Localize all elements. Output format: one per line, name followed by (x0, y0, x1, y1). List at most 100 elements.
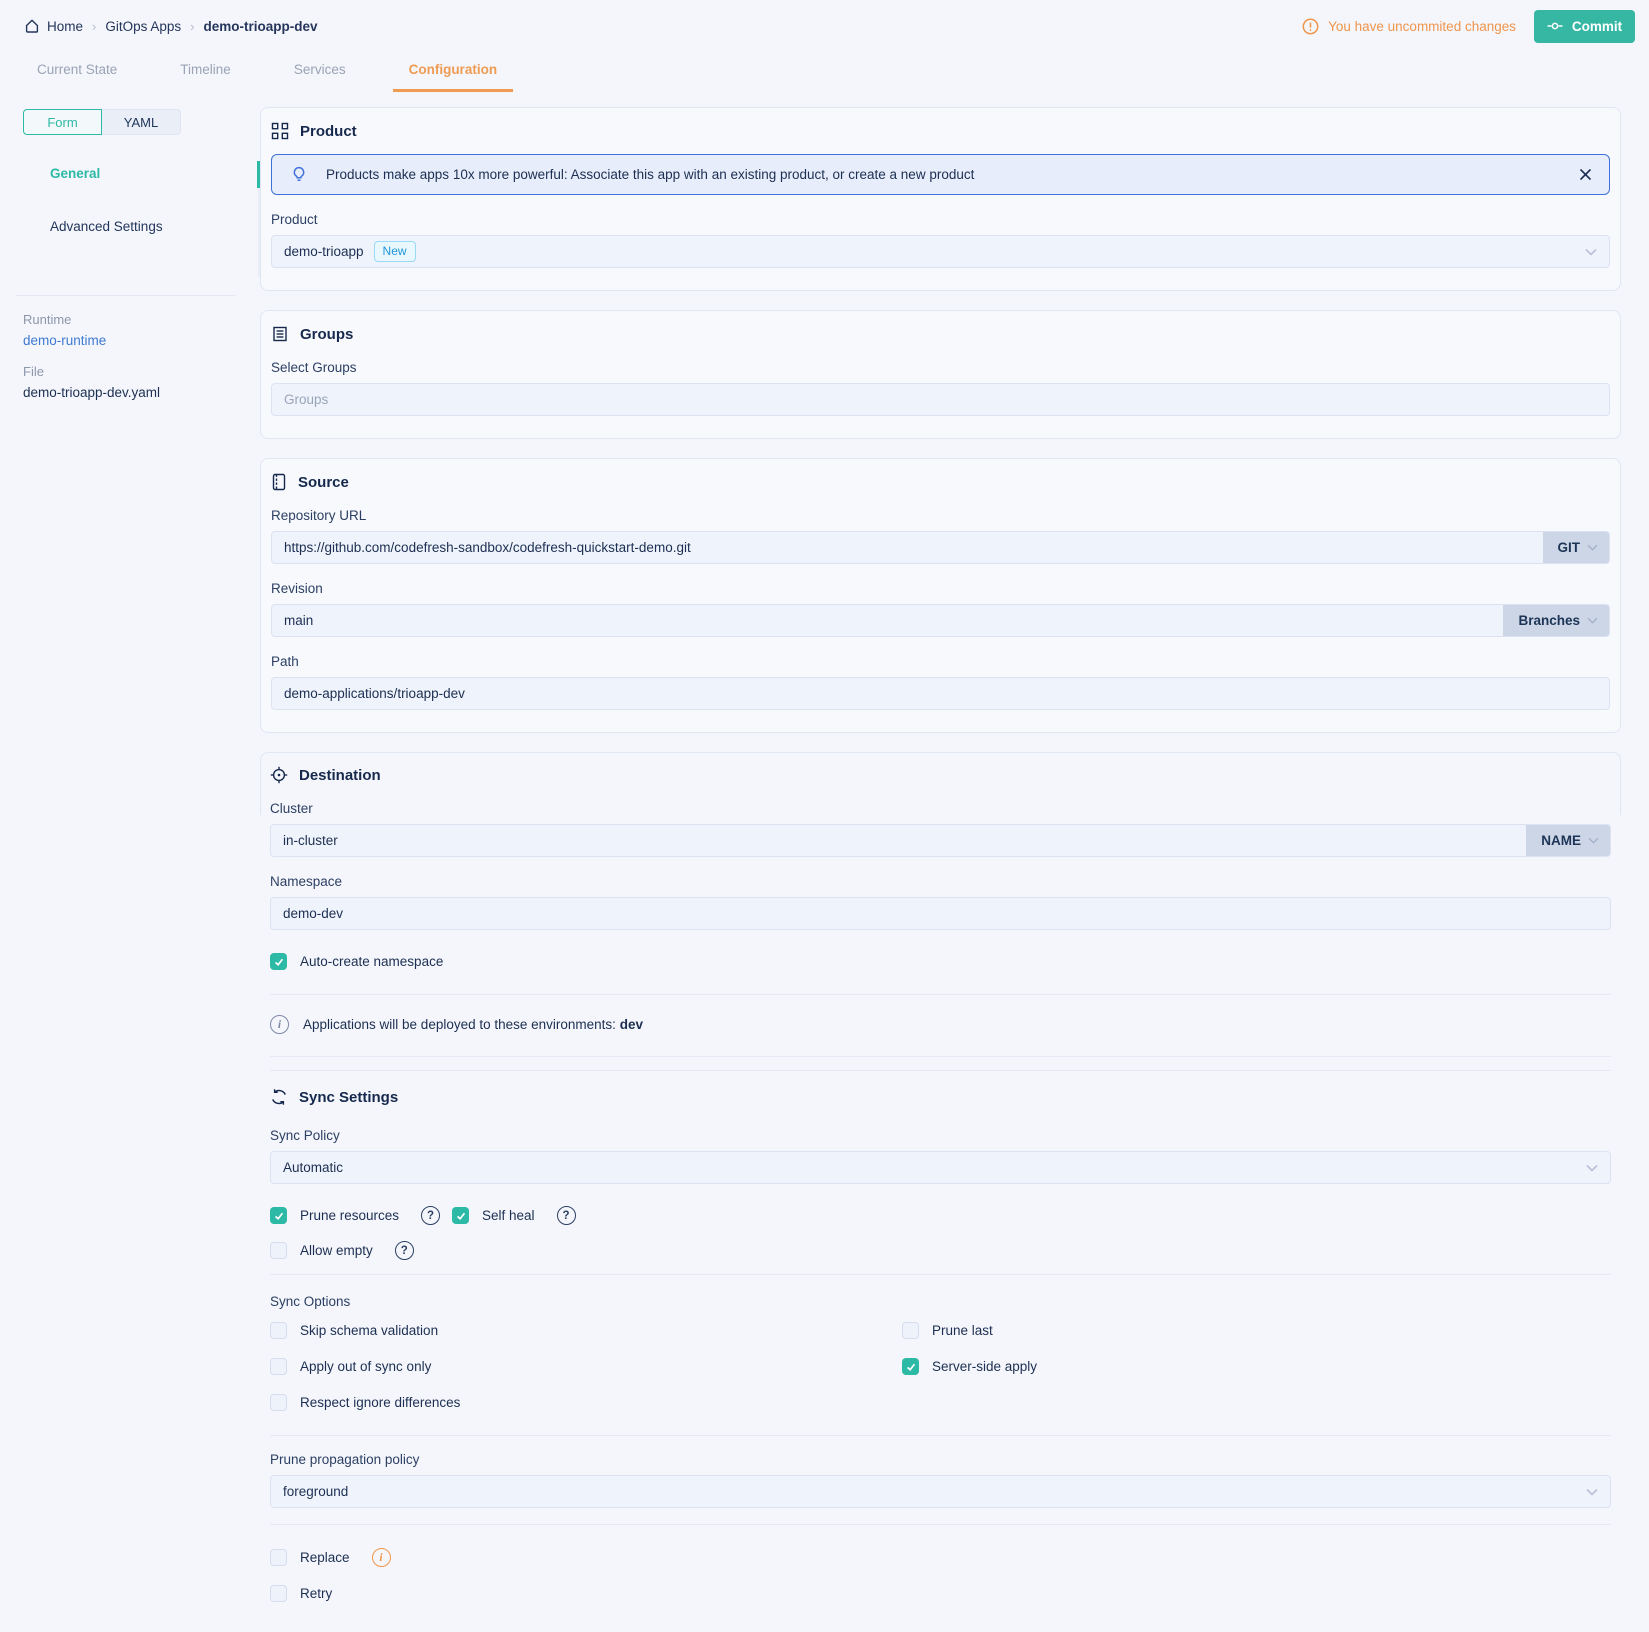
respect-ignore-differences-checkbox-row[interactable]: Respect ignore differences (270, 1394, 902, 1411)
tab-services[interactable]: Services (294, 52, 346, 92)
revision-input[interactable] (284, 605, 1491, 636)
environments-info-text: Applications will be deployed to these e… (303, 1017, 616, 1032)
checkbox-unchecked[interactable] (270, 1322, 287, 1339)
checkbox-checked[interactable] (452, 1207, 469, 1224)
prune-last-checkbox-row[interactable]: Prune last (902, 1322, 1611, 1339)
tab-timeline[interactable]: Timeline (180, 52, 231, 92)
auto-create-namespace-checkbox-row[interactable]: Auto-create namespace (270, 953, 1611, 970)
checkbox-label: Auto-create namespace (300, 954, 443, 969)
sidebar-item-general[interactable]: General (23, 161, 258, 214)
chevron-down-icon (1587, 544, 1598, 551)
sync-policy-select[interactable]: Automatic (270, 1151, 1611, 1184)
groups-input-wrap (271, 383, 1610, 416)
prune-propagation-policy-value: foreground (283, 1484, 348, 1499)
checkbox-label: Prune resources (300, 1208, 399, 1223)
product-select-value: demo-trioapp (284, 244, 364, 259)
destination-target-icon (270, 766, 288, 784)
divider (270, 994, 1611, 995)
tab-configuration[interactable]: Configuration (409, 52, 497, 92)
checkbox-unchecked[interactable] (270, 1549, 287, 1566)
section-title: Source (298, 474, 349, 491)
breadcrumb-home[interactable]: Home (24, 18, 83, 34)
groups-section: Groups Select Groups (260, 310, 1621, 439)
path-input[interactable] (284, 678, 1597, 709)
git-commit-icon (1547, 20, 1563, 32)
yaml-toggle-button[interactable]: YAML (102, 109, 181, 135)
checkbox-label: Prune last (932, 1323, 993, 1338)
namespace-field (270, 897, 1611, 930)
chevron-down-icon (1587, 617, 1598, 624)
sync-options-label: Sync Options (270, 1294, 1611, 1309)
sync-settings-section: Sync Settings Sync Policy Automatic Prun… (260, 1088, 1621, 1632)
home-icon (24, 18, 40, 34)
checkbox-checked[interactable] (270, 1207, 287, 1224)
checkbox-checked[interactable] (902, 1358, 919, 1375)
checkbox-unchecked[interactable] (270, 1242, 287, 1259)
product-section: Product Products make apps 10x more powe… (260, 107, 1621, 291)
self-heal-checkbox-row[interactable]: Self heal ? (452, 1206, 576, 1225)
revision-type-dropdown[interactable]: Branches (1503, 605, 1609, 636)
cluster-input[interactable] (283, 825, 1514, 856)
allow-empty-checkbox-row[interactable]: Allow empty ? (270, 1241, 1611, 1260)
retry-checkbox-row[interactable]: Retry (270, 1585, 1611, 1602)
runtime-link[interactable]: demo-runtime (23, 333, 260, 348)
checkbox-unchecked[interactable] (902, 1322, 919, 1339)
prune-propagation-policy-select[interactable]: foreground (270, 1475, 1611, 1508)
help-icon[interactable]: ? (421, 1206, 440, 1225)
chevron-down-icon (1586, 1488, 1598, 1496)
product-icon (271, 122, 289, 140)
select-groups-label: Select Groups (271, 360, 1610, 375)
tab-current-state[interactable]: Current State (37, 52, 117, 92)
replace-checkbox-row[interactable]: Replace i (270, 1548, 1611, 1567)
checkbox-label: Retry (300, 1586, 332, 1601)
help-icon[interactable]: ? (557, 1206, 576, 1225)
repository-icon (271, 473, 287, 491)
repository-url-field: GIT (271, 531, 1610, 564)
chevron-down-icon (1588, 837, 1599, 844)
breadcrumb-separator: › (190, 19, 194, 34)
file-label: File (23, 364, 260, 379)
divider (270, 1070, 1611, 1071)
cluster-type-dropdown[interactable]: NAME (1526, 825, 1610, 856)
prune-resources-checkbox-row[interactable]: Prune resources ? (270, 1206, 452, 1225)
configuration-sidebar: Form YAML General Advanced Settings Runt… (0, 107, 260, 1632)
checkbox-unchecked[interactable] (270, 1585, 287, 1602)
section-title: Destination (299, 767, 381, 784)
repository-url-label: Repository URL (271, 508, 1610, 523)
prune-propagation-policy-label: Prune propagation policy (270, 1452, 1611, 1467)
checkbox-checked[interactable] (270, 953, 287, 970)
groups-input[interactable] (284, 384, 1597, 415)
divider (270, 1056, 1611, 1057)
breadcrumb-app-name: demo-trioapp-dev (204, 19, 318, 34)
help-icon[interactable]: ? (395, 1241, 414, 1260)
checkbox-unchecked[interactable] (270, 1394, 287, 1411)
divider (270, 1435, 1611, 1436)
source-section: Source Repository URL GIT Revision Branc… (260, 458, 1621, 733)
cluster-label: Cluster (270, 801, 1611, 816)
server-side-apply-checkbox-row[interactable]: Server-side apply (902, 1358, 1611, 1375)
form-toggle-button[interactable]: Form (23, 109, 102, 135)
breadcrumb-gitops-apps[interactable]: GitOps Apps (105, 19, 181, 34)
sync-policy-value: Automatic (283, 1160, 343, 1175)
repository-url-input[interactable] (284, 532, 1531, 563)
section-title: Product (300, 123, 357, 140)
product-select[interactable]: demo-trioapp New (271, 235, 1610, 268)
sidebar-item-advanced-settings[interactable]: Advanced Settings (23, 214, 258, 267)
new-badge: New (374, 241, 416, 262)
skip-schema-validation-checkbox-row[interactable]: Skip schema validation (270, 1322, 902, 1339)
runtime-label: Runtime (23, 312, 260, 327)
path-field (271, 677, 1610, 710)
namespace-label: Namespace (270, 874, 1611, 889)
apply-out-of-sync-only-checkbox-row[interactable]: Apply out of sync only (270, 1358, 902, 1375)
namespace-input[interactable] (283, 898, 1598, 929)
checkbox-unchecked[interactable] (270, 1358, 287, 1375)
sidebar-nav: General Advanced Settings (23, 161, 260, 277)
sync-icon (270, 1088, 288, 1106)
replace-info-icon[interactable]: i (372, 1548, 391, 1567)
commit-button[interactable]: Commit (1534, 10, 1635, 43)
close-icon[interactable] (1579, 168, 1592, 181)
top-bar: Home › GitOps Apps › demo-trioapp-dev Yo… (0, 0, 1649, 52)
checkbox-label: Skip schema validation (300, 1323, 438, 1338)
repo-type-dropdown[interactable]: GIT (1543, 532, 1610, 563)
chevron-down-icon (1586, 1164, 1598, 1172)
